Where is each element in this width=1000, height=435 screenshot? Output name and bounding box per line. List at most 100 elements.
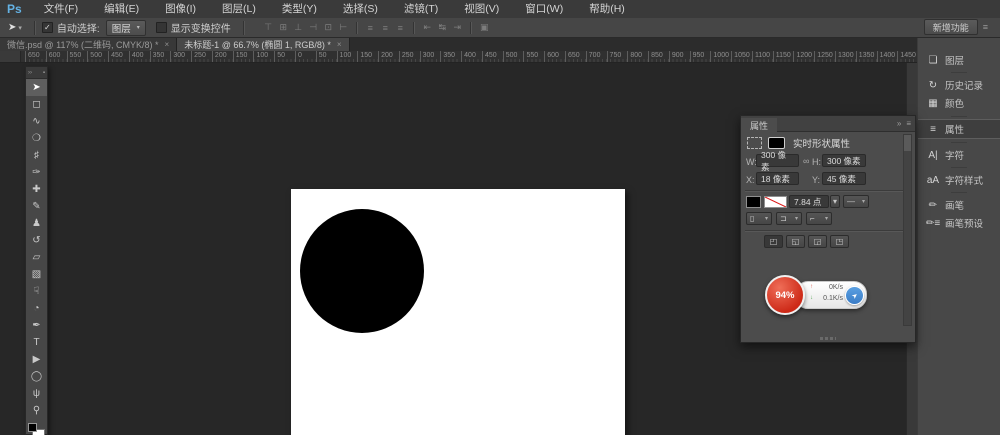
close-icon[interactable]: × — [165, 40, 170, 49]
dock-panel-button[interactable]: aA 字符样式 — [918, 171, 1000, 189]
speed-ball-widget[interactable]: ↑ 0K/s ↓ 0.1K/s ➤ 94% — [763, 274, 868, 316]
align-icon[interactable] — [356, 22, 358, 34]
document-tab[interactable]: 未标题-1 @ 66.7% (椭圆 1, RGB/8) * × — [177, 37, 349, 51]
workspace-button[interactable]: 新增功能 — [924, 19, 978, 35]
dock-panel-button[interactable]: ✏≡ 画笔预设 — [918, 214, 1000, 232]
x-field[interactable]: 18 像素 — [756, 172, 799, 185]
tool-button[interactable]: ❍ — [26, 130, 47, 147]
dock-panel-button[interactable]: ▦ 颜色 — [918, 94, 1000, 112]
dock-panel-button[interactable]: ✏ 画笔 — [918, 196, 1000, 214]
stroke-width-field[interactable]: 7.84 点 — [789, 195, 829, 208]
menu-item[interactable]: 选择(S) — [330, 0, 391, 18]
tool-button[interactable]: ↺ — [26, 232, 47, 249]
align-icon[interactable]: ▣ — [478, 22, 491, 33]
tool-button[interactable]: ∿ — [26, 113, 47, 130]
align-icon[interactable]: ⊤ — [262, 22, 275, 33]
menu-item[interactable]: 类型(Y) — [269, 0, 330, 18]
tool-button[interactable]: ♟ — [26, 215, 47, 232]
memory-percent-ball[interactable]: 94% — [765, 275, 805, 315]
menu-item[interactable]: 文件(F) — [31, 0, 91, 18]
photoshop-window: Ps 文件(F)编辑(E)图像(I)图层(L)类型(Y)选择(S)滤镜(T)视图… — [0, 0, 1000, 435]
align-icon[interactable]: ⊥ — [292, 22, 305, 33]
align-icon[interactable]: ⊡ — [322, 22, 335, 33]
stroke-style-dropdown[interactable]: — ▾ — [843, 195, 869, 208]
show-transform-checkbox[interactable] — [156, 22, 167, 33]
align-icon[interactable]: ⊣ — [307, 22, 320, 33]
tool-button[interactable]: ◔ — [26, 300, 47, 317]
align-icon[interactable]: ⇥ — [451, 22, 464, 33]
stroke-option-dropdown[interactable]: ▯ ▾ — [746, 212, 772, 225]
menu-item[interactable]: 滤镜(T) — [391, 0, 451, 18]
menu-item[interactable]: 编辑(E) — [91, 0, 152, 18]
tool-button[interactable]: ▶ — [26, 351, 47, 368]
menu-item[interactable]: 帮助(H) — [576, 0, 638, 18]
pathfinder-button[interactable]: ◳ — [830, 235, 849, 248]
menu-item[interactable]: 图像(I) — [152, 0, 209, 18]
tool-button[interactable]: ✎ — [26, 198, 47, 215]
pathfinder-button[interactable]: ◲ — [808, 235, 827, 248]
auto-select-checkbox[interactable]: ✓ — [42, 22, 53, 33]
tool-button[interactable]: ◯ — [26, 368, 47, 385]
document-tab[interactable]: 微信.psd @ 117% (二维码, CMYK/8) * × — [0, 37, 177, 51]
stroke-color-swatch[interactable] — [764, 196, 787, 208]
height-field[interactable]: 300 像素 — [822, 154, 866, 167]
tool-button[interactable]: ▧ — [26, 266, 47, 283]
tool-button[interactable]: ψ — [26, 385, 47, 402]
tool-button[interactable]: T — [26, 334, 47, 351]
workspace-menu-icon[interactable]: ≡ — [983, 22, 988, 32]
dock-panel-button[interactable]: ❏ 图层 — [918, 51, 1000, 69]
y-field[interactable]: 45 像素 — [822, 172, 866, 185]
fill-color-swatch[interactable] — [746, 196, 761, 208]
link-dimensions-icon[interactable]: ∞ — [803, 156, 809, 166]
width-field[interactable]: 300 像素 — [756, 154, 799, 167]
collapse-panel-icon[interactable]: ›› — [28, 70, 32, 76]
dock-panel-button[interactable]: A| 字符 — [918, 146, 1000, 164]
tool-preset-caret-icon[interactable]: ▾ — [18, 24, 22, 32]
stroke-width-arrow-button[interactable]: ▾ — [830, 195, 840, 208]
auto-select-dropdown[interactable]: 图层 ▾ — [106, 20, 146, 36]
align-icon[interactable]: ≡ — [379, 23, 392, 33]
tool-button[interactable]: ◻ — [26, 96, 47, 113]
dock-panel-button[interactable]: ↻ 历史记录 — [918, 76, 1000, 94]
align-icon[interactable] — [413, 22, 415, 34]
ruler-tick: 750 — [607, 51, 622, 62]
dock-panel-button[interactable]: ≡ 属性 — [918, 119, 1000, 139]
panel-scrollbar[interactable] — [903, 134, 912, 326]
tool-button[interactable]: ♯ — [26, 147, 47, 164]
tool-button[interactable]: ✒ — [26, 317, 47, 334]
tool-button[interactable]: ☟ — [26, 283, 47, 300]
align-icon[interactable]: ⇤ — [421, 22, 434, 33]
panel-scrollbar-thumb[interactable] — [904, 135, 911, 151]
tool-button[interactable]: ⚲ — [26, 402, 47, 419]
panel-resize-grip[interactable] — [820, 337, 836, 340]
properties-tab[interactable]: 属性 — [741, 118, 777, 133]
tool-button[interactable]: ✑ — [26, 164, 47, 181]
align-icon[interactable]: ↹ — [436, 22, 449, 33]
stroke-option-dropdown[interactable]: ⌐ ▾ — [806, 212, 832, 225]
ruler-tick: 150 — [357, 51, 372, 62]
stroke-option-dropdown[interactable]: ⊐ ▾ — [776, 212, 802, 225]
panel-close-icon[interactable]: ▪ — [43, 70, 45, 76]
collapse-icons-icon[interactable]: » — [897, 119, 901, 128]
tool-button[interactable]: ✚ — [26, 181, 47, 198]
menu-item[interactable]: 图层(L) — [209, 0, 269, 18]
pathfinder-button[interactable]: ◱ — [786, 235, 805, 248]
align-icon[interactable] — [470, 22, 472, 34]
panel-menu-icon[interactable]: ≡ — [906, 119, 911, 128]
tool-button[interactable]: ▱ — [26, 249, 47, 266]
menu-item[interactable]: 视图(V) — [451, 0, 512, 18]
tool-button[interactable]: ➤ — [26, 79, 47, 96]
close-icon[interactable]: × — [337, 40, 342, 49]
divider — [745, 190, 905, 192]
canvas[interactable] — [291, 189, 625, 435]
align-icon[interactable]: ≡ — [394, 23, 407, 33]
move-tool-icon[interactable]: ➤ — [8, 22, 16, 33]
align-icon[interactable]: ⊞ — [277, 22, 290, 33]
launcher-button[interactable]: ➤ — [845, 286, 864, 305]
pathfinder-button[interactable]: ◰ — [764, 235, 783, 248]
ellipse-shape-layer[interactable] — [300, 209, 424, 333]
menu-item[interactable]: 窗口(W) — [512, 0, 576, 18]
align-icon[interactable]: ⊢ — [337, 22, 350, 33]
align-icon[interactable]: ≡ — [364, 23, 377, 33]
foreground-color-swatch[interactable] — [28, 423, 37, 432]
